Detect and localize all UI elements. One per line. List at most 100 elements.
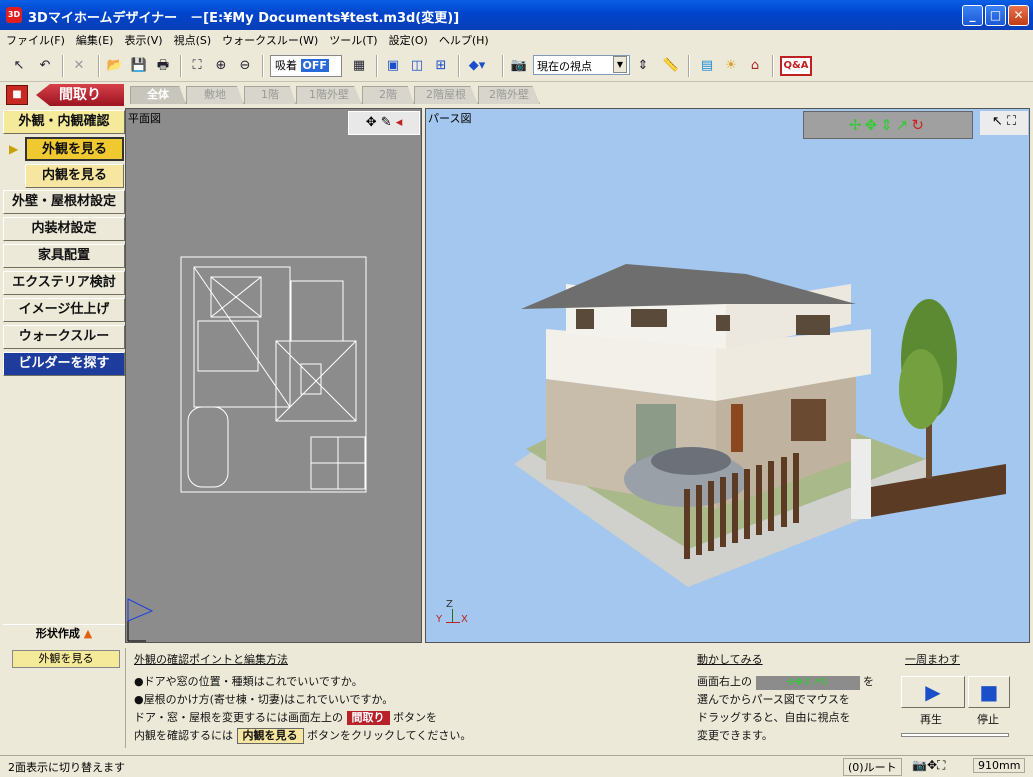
inline-interior-button: 内観を見る <box>236 728 304 744</box>
sidebar: 外観・内観確認 ▶ 外観を見る 内観を見る 外壁・屋根材設定 内装材設定 家具配… <box>3 108 125 643</box>
plan-view[interactable]: 平面図 ✥ ✎ ◂ <box>125 108 422 643</box>
lighting-icon[interactable]: ☀ <box>720 55 742 77</box>
chevron-down-icon[interactable]: ▼ <box>613 56 627 73</box>
help-text: 内観を確認するには <box>134 729 233 742</box>
sidebar-item-image-finish[interactable]: イメージ仕上げ <box>3 298 125 322</box>
play-label: 再生 <box>920 713 942 726</box>
split-view-icon[interactable]: ◫ <box>406 55 428 77</box>
sidebar-item-view-exterior[interactable]: 外観を見る <box>25 137 124 161</box>
tab-1f[interactable]: 1階 <box>244 86 296 104</box>
floorplan-button[interactable]: 間取り <box>36 84 124 106</box>
menu-edit[interactable]: 編集(E) <box>70 30 119 48</box>
sidebar-item-walkthrough[interactable]: ウォークスルー <box>3 325 125 349</box>
print-icon[interactable]: 🖶 <box>152 55 174 77</box>
app-icon: 3D <box>6 7 22 23</box>
title-bar: 3D 3Dマイホームデザイナー －[E:¥My Documents¥test.m… <box>0 0 1033 30</box>
axis-z-line <box>452 609 453 622</box>
toolbar: ↖ ↶ ✕ 📂 💾 🖶 ⛶ ⊕ ⊖ 吸着 OFF ▦ ▣ ◫ ⊞ ◆▾ 📷 現在… <box>0 50 1033 82</box>
sidebar-item-find-builder[interactable]: ビルダーを探す <box>3 352 125 376</box>
menu-bar: ファイル(F) 編集(E) 表示(V) 視点(S) ウォークスルー(W) ツール(T) 設定… <box>0 30 1033 50</box>
section-title: 動かしてみる <box>697 653 763 666</box>
help-line: ●屋根のかけ方(寄せ棟・切妻)はこれでいいですか。 <box>134 693 394 706</box>
menu-tools[interactable]: ツール(T) <box>323 30 382 48</box>
menu-view[interactable]: 表示(V) <box>118 30 167 48</box>
save-icon[interactable]: 💾 <box>128 55 150 77</box>
plan-axis-icon <box>127 598 154 642</box>
axis-y-label: Y <box>436 614 443 625</box>
tab-site[interactable]: 敷地 <box>186 86 244 104</box>
section-title: 外観の確認ポイントと編集方法 <box>134 653 288 666</box>
single-view-icon[interactable]: ▣ <box>382 55 404 77</box>
sidebar-item-wall-roof[interactable]: 外壁・屋根材設定 <box>3 190 125 214</box>
snap-toggle[interactable]: 吸着 OFF <box>270 55 342 77</box>
inline-floorplan-button: 間取り <box>346 711 390 725</box>
zoom-in-icon[interactable]: ⊕ <box>210 55 232 77</box>
sidebar-item-exterior-interior[interactable]: 外観・内観確認 <box>3 110 125 134</box>
play-button[interactable]: ▶ <box>901 676 965 708</box>
menu-settings[interactable]: 設定(O) <box>383 30 433 48</box>
undo-icon[interactable]: ↶ <box>34 55 56 77</box>
qa-button[interactable]: Q&A <box>780 56 812 76</box>
tab-all[interactable]: 全体 <box>130 86 186 104</box>
help-line: ドラッグすると、自由に視点を <box>697 711 851 724</box>
sidebar-item-furniture[interactable]: 家具配置 <box>3 244 125 268</box>
help-line: 選んでからパース図でマウスを <box>697 693 850 706</box>
house-icon[interactable]: ⌂ <box>744 55 766 77</box>
rotation-slider[interactable] <box>901 733 1009 737</box>
triangle-icon: ▲ <box>83 627 93 640</box>
cube-icon: ■ <box>6 85 28 105</box>
open-icon[interactable]: 📂 <box>104 55 126 77</box>
tab-2f-roof[interactable]: 2階屋根 <box>414 86 478 104</box>
pointer-icon[interactable]: ↖ <box>8 55 30 77</box>
shape-create-toggle[interactable]: 形状作成 ▲ <box>3 624 125 642</box>
help-line: 内観を確認するには 内観を見る ボタンをクリックしてください。 <box>134 727 471 744</box>
status-text: 2面表示に切り替えます <box>8 761 125 774</box>
arrow-icon: ▶ <box>9 142 19 156</box>
zoom-out-icon[interactable]: ⊖ <box>234 55 256 77</box>
snap-label: 吸着 <box>275 59 297 72</box>
close-button[interactable]: ✕ <box>1008 5 1029 26</box>
grid-size: 910mm <box>973 758 1026 773</box>
tab-1f-wall[interactable]: 1階外壁 <box>296 86 362 104</box>
sidebar-item-exterior[interactable]: エクステリア検討 <box>3 271 125 295</box>
maximize-button[interactable]: □ <box>985 5 1006 26</box>
layer-icon[interactable]: ◆▾ <box>466 55 488 77</box>
help-text: 画面右上の <box>697 675 752 688</box>
menu-file[interactable]: ファイル(F) <box>0 30 70 48</box>
sidebar-item-interior-material[interactable]: 内装材設定 <box>3 217 125 241</box>
grid-icon[interactable]: ▦ <box>348 55 370 77</box>
delete-icon[interactable]: ✕ <box>68 55 90 77</box>
stop-button[interactable]: ■ <box>968 676 1010 708</box>
help-text: ボタンをクリックしてください。 <box>307 729 472 742</box>
tab-2f[interactable]: 2階 <box>362 86 414 104</box>
floorplan-drawing <box>180 256 367 493</box>
shape-create-label: 形状作成 <box>35 627 80 640</box>
tab-2f-wall[interactable]: 2階外壁 <box>478 86 540 104</box>
stop-label: 停止 <box>977 713 999 726</box>
perspective-view[interactable]: パース図 ✢✥⇕↗↻ ↖ ⛶ Z Y X <box>425 108 1030 643</box>
menu-help[interactable]: ヘルプ(H) <box>433 30 494 48</box>
status-bar: 2面表示に切り替えます (0)ルート 📷✥⛶ 910mm <box>0 755 1033 777</box>
help-line: ●ドアや窓の位置・種類はこれでいいですか。 <box>134 675 363 688</box>
help-text: ドア・窓・屋根を変更するには画面左上の <box>134 711 343 724</box>
play-icon: ▶ <box>925 680 941 704</box>
measure-icon[interactable]: 📏 <box>660 55 682 77</box>
quad-view-icon[interactable]: ⊞ <box>430 55 452 77</box>
route-indicator: (0)ルート <box>843 758 902 776</box>
sidebar-item-view-interior[interactable]: 内観を見る <box>25 164 124 188</box>
spin-icon[interactable]: ⇕ <box>632 55 654 77</box>
axis-x-label: X <box>461 614 468 625</box>
snap-state: OFF <box>300 59 329 72</box>
help-text: ボタンを <box>393 711 437 724</box>
house-rendering <box>514 264 1006 587</box>
fit-icon[interactable]: ⛶ <box>186 55 208 77</box>
mode-indicator: 外観を見る <box>12 650 120 668</box>
window-title: 3Dマイホームデザイナー －[E:¥My Documents¥test.m3d(… <box>28 11 460 26</box>
section-title: 一周まわす <box>905 653 960 666</box>
status-icons: 📷✥⛶ <box>912 758 946 772</box>
material-icon[interactable]: ▤ <box>696 55 718 77</box>
minimize-button[interactable]: _ <box>962 5 983 26</box>
divider <box>125 648 126 748</box>
menu-viewpoint[interactable]: 視点(S) <box>168 30 217 48</box>
menu-walkthrough[interactable]: ウォークスルー(W) <box>216 30 323 48</box>
